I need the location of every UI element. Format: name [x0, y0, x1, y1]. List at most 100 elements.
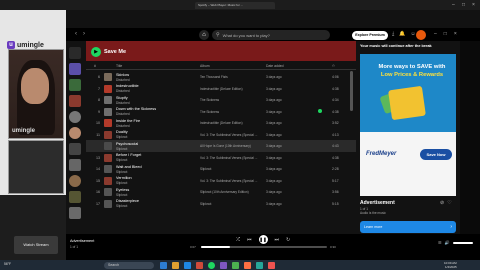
- track-album[interactable]: Vol. 3: The Subliminal Verses (Special .…: [200, 179, 262, 183]
- library-item[interactable]: [69, 159, 81, 171]
- learn-more-button[interactable]: Learn more ›: [360, 221, 456, 233]
- app-icon[interactable]: [232, 261, 239, 269]
- track-title[interactable]: Eyeless: [116, 188, 129, 192]
- library-item[interactable]: [69, 79, 81, 91]
- track-title[interactable]: Disasterpiece: [116, 199, 139, 203]
- track-artist[interactable]: Slipknot: [116, 135, 127, 139]
- track-artist[interactable]: Slipknot: [116, 147, 127, 151]
- minimize-icon[interactable]: –: [434, 31, 437, 37]
- track-artist[interactable]: Slipknot: [116, 181, 127, 185]
- track-album[interactable]: Ten Thousand Fists: [200, 75, 262, 79]
- track-row[interactable]: 15 Vermilion Slipknot Vol. 3: The Sublimina…: [86, 175, 356, 187]
- track-row[interactable]: 14 Wait and Bleed Slipknot Slipknot 3 days a…: [86, 163, 356, 175]
- track-row[interactable]: 6 Skinlow Disturbed Ten Thousand Fists 3 day…: [86, 71, 356, 83]
- library-item[interactable]: [69, 63, 81, 75]
- track-album[interactable]: Vol. 3: The Subliminal Verses (Special .…: [200, 133, 262, 137]
- volume-slider[interactable]: [452, 241, 473, 244]
- track-album[interactable]: Indestructible (Deluxe Edition): [200, 87, 262, 91]
- start-icon[interactable]: [160, 261, 167, 269]
- library-item[interactable]: [69, 191, 81, 203]
- track-title[interactable]: Stupify: [116, 96, 128, 100]
- col-title[interactable]: Title: [116, 64, 122, 68]
- track-artist[interactable]: Disturbed: [116, 112, 130, 116]
- track-artist[interactable]: Slipknot: [116, 204, 127, 208]
- ad-banner[interactable]: More ways to SAVE with Low Prices & Rewa…: [360, 54, 456, 196]
- track-title[interactable]: Vermilion: [116, 176, 132, 180]
- taskbar-search[interactable]: Search: [104, 261, 154, 269]
- track-title[interactable]: Psychosocial: [116, 142, 138, 146]
- previous-icon[interactable]: ⏮: [247, 237, 252, 243]
- ad-save-now-button[interactable]: Save Now: [420, 149, 452, 160]
- track-title[interactable]: Inside the Fire: [116, 119, 140, 123]
- library-item[interactable]: [69, 207, 81, 219]
- col-date-added[interactable]: Date added: [266, 64, 284, 68]
- scrollbar[interactable]: [350, 71, 353, 111]
- track-artist[interactable]: Slipknot: [116, 170, 127, 174]
- track-artist[interactable]: Disturbed: [116, 78, 130, 82]
- track-artist[interactable]: Disturbed: [116, 89, 130, 93]
- explore-premium-button[interactable]: Explore Premium: [352, 31, 388, 40]
- search-input[interactable]: ⚲ What do you want to play?: [212, 30, 330, 40]
- watch-stream-button[interactable]: Watch Stream: [14, 236, 58, 254]
- library-item[interactable]: [69, 143, 81, 155]
- clock[interactable]: 10:09 AM 1/4/2025: [444, 261, 457, 269]
- minimize-icon[interactable]: –: [452, 1, 455, 9]
- app-icon[interactable]: [244, 261, 251, 269]
- volume-icon[interactable]: 🔊: [445, 240, 450, 245]
- forward-arrow-icon[interactable]: ›: [83, 31, 85, 37]
- liked-check-icon[interactable]: [318, 109, 322, 113]
- track-row[interactable]: 16 Eyeless Slipknot Slipknot (10th Annivers…: [86, 186, 356, 198]
- library-item[interactable]: [69, 111, 81, 123]
- track-title[interactable]: Indestructible: [116, 84, 139, 88]
- maximize-icon[interactable]: □: [462, 1, 465, 9]
- maximize-icon[interactable]: □: [444, 31, 447, 37]
- library-icon[interactable]: [69, 47, 81, 59]
- track-title[interactable]: Wait and Bleed: [116, 165, 142, 169]
- app-icon[interactable]: [268, 261, 275, 269]
- close-icon[interactable]: ×: [472, 1, 475, 9]
- app-icon[interactable]: [220, 261, 227, 269]
- track-row[interactable]: 10 Inside the Fire Disturbed Indestructible…: [86, 117, 356, 129]
- like-icon[interactable]: ♡: [447, 200, 451, 206]
- back-arrow-icon[interactable]: ‹: [75, 31, 77, 37]
- track-album[interactable]: Vol. 3: The Subliminal Verses (Special .…: [200, 156, 262, 160]
- track-album[interactable]: Slipknot: [200, 202, 262, 206]
- next-icon[interactable]: ⏭: [275, 237, 280, 243]
- spotify-icon[interactable]: [208, 261, 215, 269]
- close-icon[interactable]: ×: [454, 31, 457, 37]
- store-icon[interactable]: [196, 261, 203, 269]
- track-album[interactable]: All Hope Is Gone (10th Anniversary): [200, 144, 262, 148]
- edge-icon[interactable]: [184, 261, 191, 269]
- app-icon[interactable]: [256, 261, 263, 269]
- pause-button[interactable]: ❚❚: [258, 235, 268, 244]
- track-row[interactable]: 9 Down with the Sickness Disturbed The Sick…: [86, 106, 356, 118]
- track-title[interactable]: Skinlow: [116, 73, 129, 77]
- track-row[interactable]: 11 Duality Slipknot Vol. 3: The Subliminal …: [86, 129, 356, 141]
- file-explorer-icon[interactable]: [172, 261, 179, 269]
- col-album[interactable]: Album: [200, 64, 210, 68]
- track-artist[interactable]: Slipknot: [116, 158, 127, 162]
- weather-widget[interactable]: 56°F: [4, 262, 11, 266]
- play-playlist-button[interactable]: ▶: [91, 47, 101, 57]
- track-row[interactable]: 13 Before I Forget Slipknot Vol. 3: The Sub…: [86, 152, 356, 164]
- track-album[interactable]: Indestructible (Deluxe Edition): [200, 121, 262, 125]
- track-title[interactable]: Down with the Sickness: [116, 107, 156, 111]
- track-row[interactable]: 17 Disasterpiece Slipknot Slipknot 3 days ag…: [86, 198, 356, 210]
- track-row[interactable]: 8 Stupify Disturbed The Sickness 3 days ago 4…: [86, 94, 356, 106]
- repeat-icon[interactable]: ↻: [286, 237, 290, 243]
- home-icon[interactable]: ⌂: [199, 30, 209, 40]
- track-album[interactable]: Slipknot: [200, 167, 262, 171]
- dislike-icon[interactable]: ⊘: [440, 200, 444, 206]
- track-album[interactable]: Slipknot (10th Anniversary Edition): [200, 190, 262, 194]
- progress-bar[interactable]: [201, 246, 327, 248]
- library-item[interactable]: [69, 127, 81, 139]
- avatar[interactable]: [416, 30, 426, 40]
- browser-tab[interactable]: Spotify – Web Player: Music for ...: [195, 1, 275, 9]
- track-row[interactable]: 7 Indestructible Disturbed Indestructible (…: [86, 83, 356, 95]
- download-icon[interactable]: ⤓: [392, 31, 394, 37]
- queue-icon[interactable]: ☰: [438, 240, 442, 245]
- track-artist[interactable]: Disturbed: [116, 101, 130, 105]
- track-row[interactable]: Psychosocial Slipknot All Hope Is Gone (10…: [86, 140, 356, 152]
- col-duration[interactable]: ⏱: [332, 64, 335, 68]
- track-artist[interactable]: Slipknot: [116, 193, 127, 197]
